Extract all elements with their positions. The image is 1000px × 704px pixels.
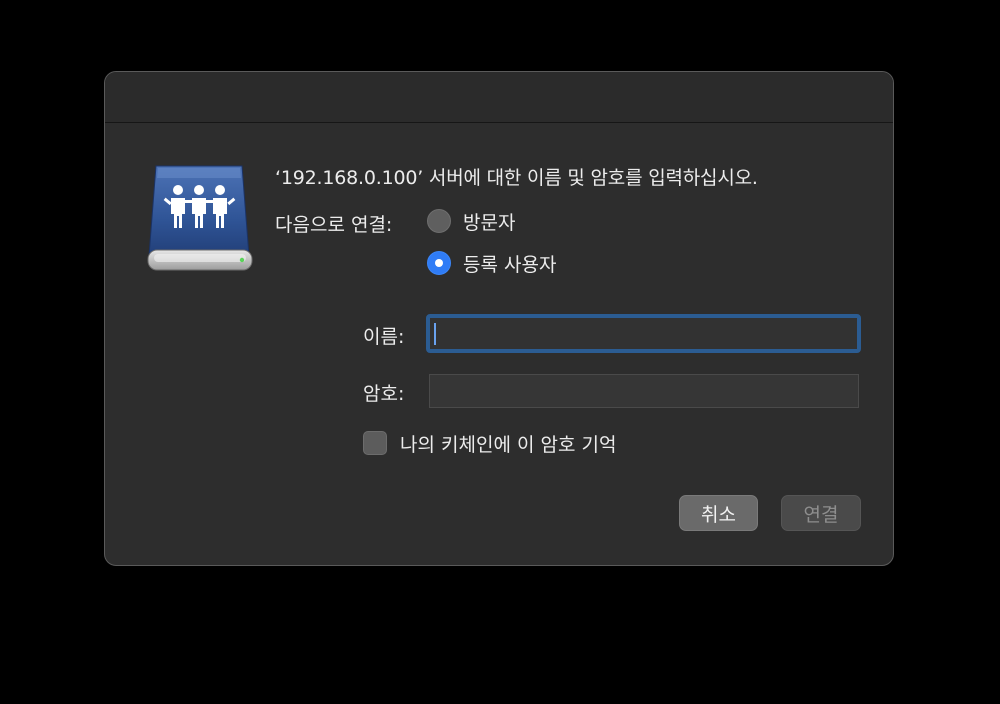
- name-label: 이름:: [363, 326, 405, 348]
- text-caret: [434, 323, 436, 345]
- radio-registered-user-label[interactable]: 등록 사용자: [463, 250, 556, 277]
- password-input[interactable]: [429, 374, 859, 408]
- remember-password-label[interactable]: 나의 키체인에 이 암호 기억: [400, 430, 616, 457]
- connect-to-server-dialog: ‘192.168.0.100’ 서버에 대한 이름 및 암호를 입력하십시오. …: [104, 71, 894, 566]
- cancel-button[interactable]: 취소: [679, 495, 758, 531]
- remember-password-checkbox[interactable]: [363, 431, 387, 455]
- remember-password-checkbox-row[interactable]: 나의 키체인에 이 암호 기억: [363, 430, 616, 456]
- connect-button[interactable]: 연결: [781, 495, 861, 531]
- password-label: 암호:: [363, 383, 405, 405]
- radio-guest[interactable]: 방문자: [427, 208, 515, 234]
- radio-guest-button[interactable]: [427, 209, 451, 233]
- radio-registered-user[interactable]: 등록 사용자: [427, 250, 556, 276]
- dialog-message: ‘192.168.0.100’ 서버에 대한 이름 및 암호를 입력하십시오.: [275, 167, 758, 189]
- dialog-titlebar[interactable]: [105, 72, 893, 123]
- connect-as-label: 다음으로 연결:: [275, 214, 393, 236]
- radio-registered-user-button[interactable]: [427, 251, 451, 275]
- name-input[interactable]: [426, 314, 861, 353]
- radio-guest-label[interactable]: 방문자: [463, 208, 515, 235]
- shared-server-icon: [146, 164, 254, 272]
